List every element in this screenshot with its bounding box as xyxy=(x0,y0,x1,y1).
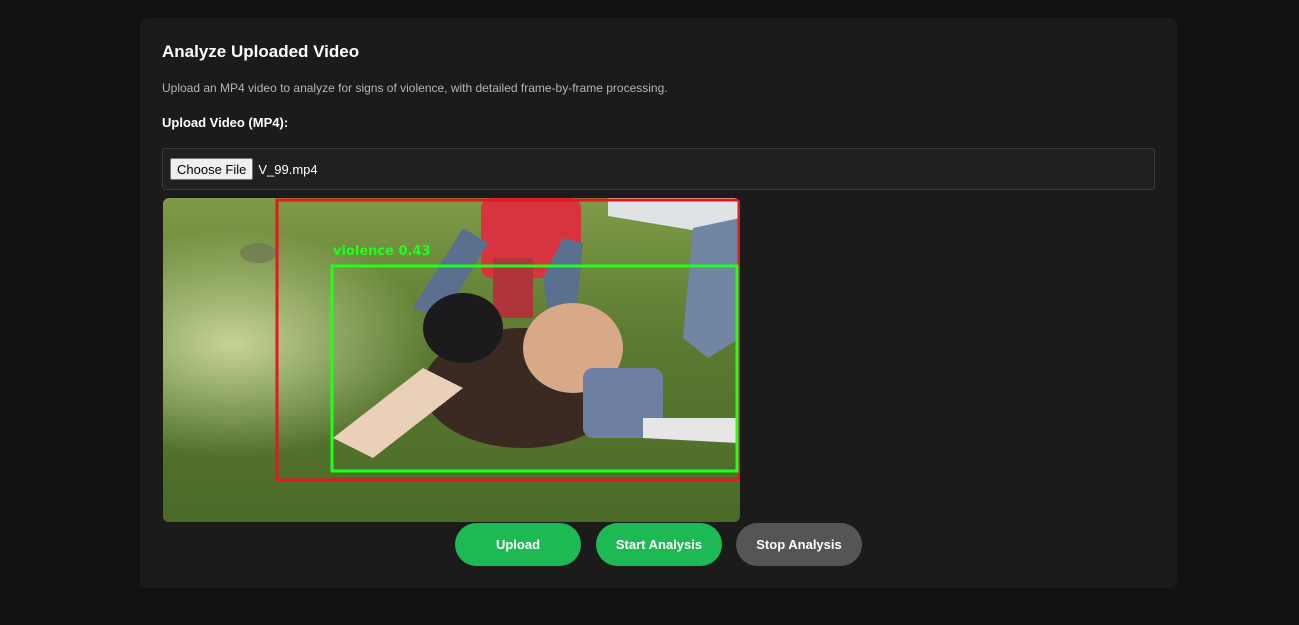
upload-button[interactable]: Upload xyxy=(455,523,581,566)
video-player[interactable]: violence 0.43 xyxy=(163,198,740,522)
selected-file-name: V_99.mp4 xyxy=(258,161,318,177)
upload-video-label: Upload Video (MP4): xyxy=(162,115,289,130)
section-title: Analyze Uploaded Video xyxy=(162,42,360,61)
detection-label: violence 0.43 xyxy=(333,244,431,259)
analyze-video-card: Analyze Uploaded Video Upload an MP4 vid… xyxy=(140,18,1177,588)
section-description: Upload an MP4 video to analyze for signs… xyxy=(162,81,668,95)
video-frame xyxy=(163,198,740,522)
start-analysis-button[interactable]: Start Analysis xyxy=(596,523,722,566)
choose-file-button[interactable]: Choose File xyxy=(170,158,254,180)
file-input[interactable]: Choose File V_99.mp4 xyxy=(162,148,1155,190)
stop-analysis-button[interactable]: Stop Analysis xyxy=(736,523,862,566)
